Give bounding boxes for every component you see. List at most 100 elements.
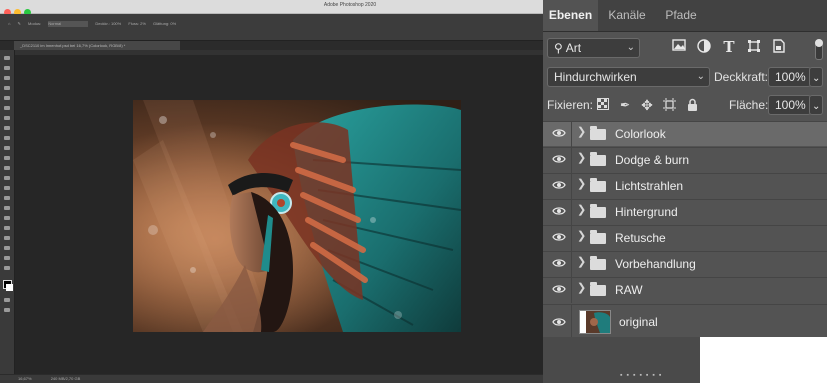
quick-select-tool-icon[interactable] <box>4 86 10 90</box>
background-color-swatch[interactable] <box>6 284 13 291</box>
folder-icon <box>590 256 606 270</box>
filter-toggle[interactable] <box>815 39 823 60</box>
tab-ebenen[interactable]: Ebenen <box>543 0 598 31</box>
visibility-eye-icon[interactable] <box>552 258 566 268</box>
shape-filter-icon[interactable] <box>746 39 762 55</box>
tab-kanaele[interactable]: Kanäle <box>598 0 656 31</box>
frame-tool-icon[interactable] <box>4 106 10 110</box>
crop-tool-icon[interactable] <box>4 96 10 100</box>
move-tool-icon[interactable] <box>4 56 10 60</box>
layer-divider <box>571 278 572 303</box>
layer-divider <box>571 252 572 277</box>
path-select-tool-icon[interactable] <box>4 226 10 230</box>
canvas-image[interactable] <box>133 100 461 332</box>
layer-divider <box>571 226 572 251</box>
brush-tool-icon[interactable]: ✎ <box>18 21 21 26</box>
search-icon: ⚲ <box>554 41 563 55</box>
chevron-right-icon[interactable]: ❯ <box>577 203 586 216</box>
layer-row[interactable]: ❯ RAW <box>543 277 827 303</box>
gradient-tool-icon[interactable] <box>4 176 10 180</box>
zoom-level[interactable]: 16,67% <box>18 376 32 381</box>
option-opacity[interactable]: Deckkr.: 100% <box>95 21 121 26</box>
option-smoothing[interactable]: Glättung: 0% <box>153 21 176 26</box>
lock-all-icon[interactable] <box>685 98 699 112</box>
image-filter-icon[interactable] <box>671 39 687 55</box>
visibility-eye-icon[interactable] <box>552 317 566 327</box>
document-tab[interactable]: _DSC2110 im Innenhof.psd bei 16,7% (Colo… <box>14 41 180 50</box>
lock-artboard-icon[interactable] <box>662 98 676 112</box>
home-icon[interactable]: ⌂ <box>8 21 10 26</box>
chevron-right-icon[interactable]: ❯ <box>577 177 586 190</box>
visibility-eye-icon[interactable] <box>552 128 566 138</box>
healing-tool-icon[interactable] <box>4 126 10 130</box>
lock-transparent-icon[interactable] <box>596 98 610 112</box>
visibility-eye-icon[interactable] <box>552 154 566 164</box>
zoom-tool-icon[interactable] <box>4 256 10 260</box>
history-brush-tool-icon[interactable] <box>4 156 10 160</box>
quick-mask-icon[interactable] <box>4 298 10 302</box>
layer-row[interactable]: ❯ Lichtstrahlen <box>543 173 827 199</box>
brush-tool-icon[interactable] <box>4 136 10 140</box>
layer-row[interactable]: ❯ Retusche <box>543 225 827 251</box>
layer-divider <box>571 148 572 173</box>
panel-tabs: Ebenen Kanäle Pfade <box>543 0 827 32</box>
stamp-tool-icon[interactable] <box>4 146 10 150</box>
layer-row[interactable]: ❯ Hintergrund <box>543 199 827 225</box>
layer-divider <box>571 174 572 199</box>
folder-icon <box>590 126 606 140</box>
option-flow[interactable]: Fluss: 2% <box>128 21 146 26</box>
fill-slider-button[interactable]: ⌄ <box>809 95 823 115</box>
document-size: 240 MB/2,70 GB <box>50 376 81 381</box>
layer-name: Dodge & burn <box>615 153 690 167</box>
layer-row[interactable]: ❯ Colorlook <box>543 121 827 147</box>
mode-select[interactable]: Normal <box>48 21 89 27</box>
opacity-field[interactable]: 100% <box>768 67 811 87</box>
chevron-right-icon[interactable]: ❯ <box>577 125 586 138</box>
layer-name: Vorbehandlung <box>615 257 696 271</box>
adjustment-filter-icon[interactable] <box>696 39 712 55</box>
hand-tool-icon[interactable] <box>4 246 10 250</box>
pen-tool-icon[interactable] <box>4 206 10 210</box>
chevron-right-icon[interactable]: ❯ <box>577 255 586 268</box>
panel-footer-icons[interactable]: ▪▪▪▪▪▪▪ <box>620 372 665 379</box>
type-tool-icon[interactable] <box>4 216 10 220</box>
visibility-eye-icon[interactable] <box>552 284 566 294</box>
eyedropper-tool-icon[interactable] <box>4 116 10 120</box>
tools-panel <box>0 50 15 374</box>
chevron-right-icon[interactable]: ❯ <box>577 229 586 242</box>
layer-row-original[interactable]: original <box>543 304 827 338</box>
thumbnail-image <box>580 311 610 333</box>
type-filter-icon[interactable]: T <box>721 39 737 55</box>
layer-name: original <box>619 315 658 329</box>
blur-tool-icon[interactable] <box>4 186 10 190</box>
tab-pfade[interactable]: Pfade <box>656 0 706 31</box>
marquee-tool-icon[interactable] <box>4 66 10 70</box>
lock-position-icon[interactable]: ✥ <box>640 98 654 112</box>
fill-field[interactable]: 100% <box>768 95 811 115</box>
photo-content <box>133 100 461 332</box>
lock-image-icon[interactable]: ✒ <box>618 98 632 112</box>
chevron-right-icon[interactable]: ❯ <box>577 281 586 294</box>
folder-icon <box>590 204 606 218</box>
lasso-tool-icon[interactable] <box>4 76 10 80</box>
shape-tool-icon[interactable] <box>4 236 10 240</box>
visibility-eye-icon[interactable] <box>552 232 566 242</box>
folder-icon <box>590 152 606 166</box>
screen-mode-icon[interactable] <box>4 308 10 312</box>
layer-row[interactable]: ❯ Vorbehandlung <box>543 251 827 277</box>
layer-thumbnail[interactable] <box>579 310 611 334</box>
dodge-tool-icon[interactable] <box>4 196 10 200</box>
layer-name: Hintergrund <box>615 205 678 219</box>
layer-filter-select[interactable]: ⚲ Art ⌄ <box>547 38 640 58</box>
eraser-tool-icon[interactable] <box>4 166 10 170</box>
visibility-eye-icon[interactable] <box>552 180 566 190</box>
layer-name: Lichtstrahlen <box>615 179 684 193</box>
opacity-slider-button[interactable]: ⌄ <box>809 67 823 87</box>
chevron-right-icon[interactable]: ❯ <box>577 151 586 164</box>
blend-mode-select[interactable]: Hindurchwirken ⌄ <box>547 67 710 87</box>
visibility-eye-icon[interactable] <box>552 206 566 216</box>
option-mode-label: Modus: <box>28 21 42 27</box>
more-tools-icon[interactable] <box>4 266 10 270</box>
layer-row[interactable]: ❯ Dodge & burn <box>543 147 827 173</box>
smart-object-filter-icon[interactable] <box>771 39 787 55</box>
